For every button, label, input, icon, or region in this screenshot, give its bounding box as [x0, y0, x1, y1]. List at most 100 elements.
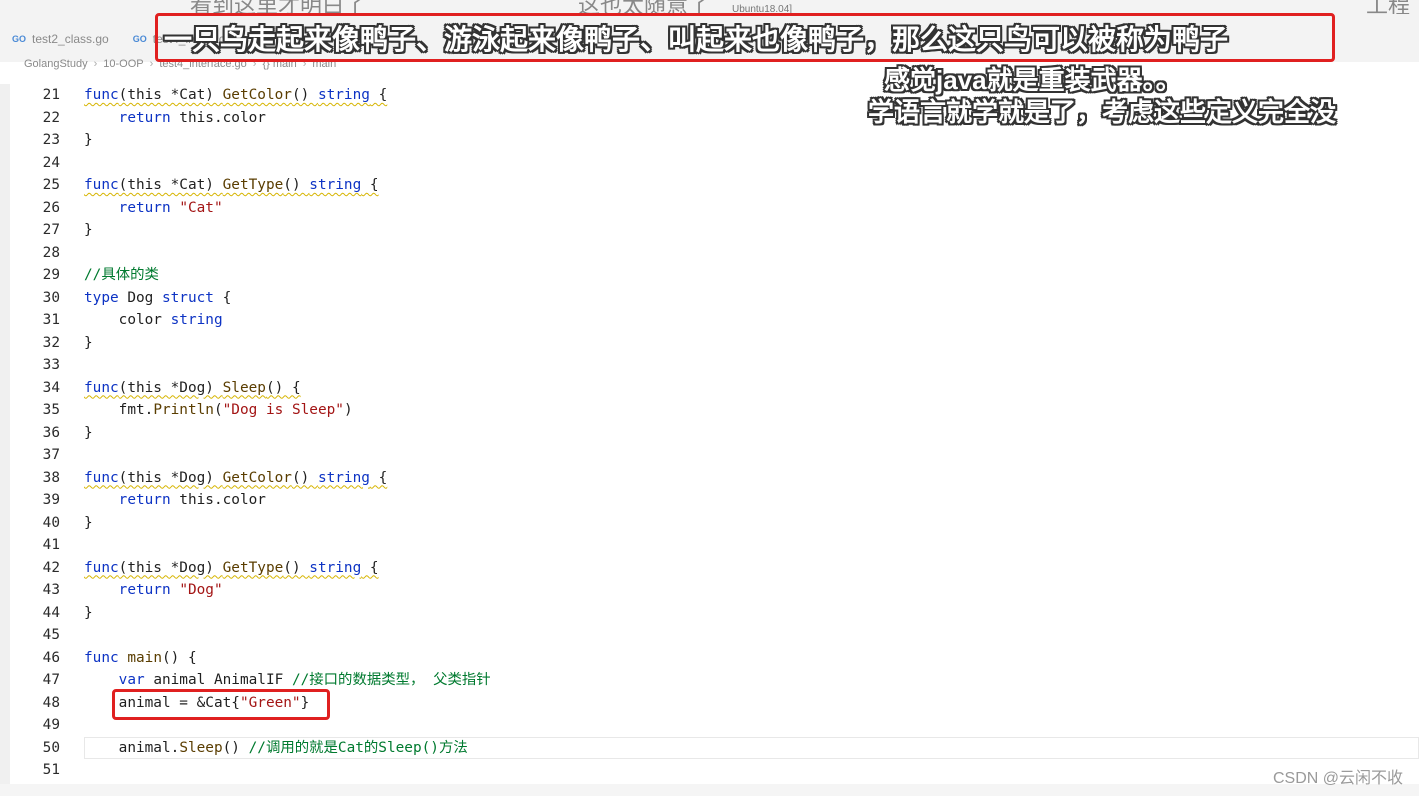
code-text: fmt.Println("Dog is Sleep") — [84, 399, 353, 422]
code-line[interactable]: 39 return this.color — [0, 489, 1419, 512]
code-text: //具体的类 — [84, 264, 159, 287]
code-token: func — [84, 649, 119, 666]
code-line[interactable]: 35 fmt.Println("Dog is Sleep") — [0, 399, 1419, 422]
status-bar — [0, 784, 1419, 796]
code-text: return this.color — [84, 489, 266, 512]
code-text: func main() { — [84, 647, 197, 670]
breadcrumb-item[interactable]: 10-OOP — [103, 58, 143, 70]
code-token: Dog — [118, 289, 162, 306]
code-token: () — [283, 559, 310, 576]
code-token: Println — [153, 402, 214, 418]
code-line[interactable]: 38 func(this *Dog) GetColor() string { — [0, 467, 1419, 490]
code-text: } — [84, 512, 93, 535]
code-line[interactable]: 36} — [0, 422, 1419, 445]
line-number: 47 — [42, 672, 60, 688]
code-token: func — [84, 87, 119, 103]
code-token: this.color — [170, 492, 266, 508]
code-line[interactable]: 26 return "Cat" — [0, 197, 1419, 220]
code-line[interactable]: 24 — [0, 152, 1419, 175]
code-line[interactable]: 46 func main() { — [0, 647, 1419, 670]
code-token: color — [84, 312, 171, 328]
code-line[interactable]: 30 type Dog struct { — [0, 287, 1419, 310]
line-number: 32 — [42, 334, 60, 351]
code-token: GetColor — [222, 87, 292, 103]
code-line[interactable]: 23} — [0, 129, 1419, 152]
line-number: 44 — [42, 604, 60, 621]
code-token: ( — [213, 402, 223, 418]
code-text: } — [84, 219, 93, 242]
code-text: type Dog struct { — [84, 287, 231, 310]
code-token: } — [84, 132, 93, 148]
code-token: GetType — [222, 559, 284, 576]
line-number: 39 — [42, 492, 60, 508]
code-line[interactable]: 41 — [0, 534, 1419, 557]
code-line[interactable]: 29 //具体的类 — [0, 264, 1419, 287]
line-number: 42 — [42, 559, 60, 576]
code-text: color string — [84, 309, 223, 332]
code-line[interactable]: 28 — [0, 242, 1419, 265]
code-text: } — [84, 129, 93, 152]
code-text: return "Cat" — [84, 197, 223, 220]
code-line[interactable]: 25 func(this *Cat) GetType() string { — [0, 174, 1419, 197]
code-token: "Dog is Sleep" — [222, 402, 344, 418]
code-token: (this *Dog) — [118, 559, 223, 576]
code-line[interactable]: 51 — [0, 759, 1419, 782]
code-editor[interactable]: 21 func(this *Cat) GetColor() string {22 … — [0, 84, 1419, 784]
line-number: 48 — [42, 694, 60, 711]
danmaku-comment: 学语言就学就是了，考虑这些定义完全没 — [868, 97, 1337, 127]
highlight-box-code — [112, 689, 330, 720]
code-token: string — [317, 469, 370, 486]
code-token: string — [317, 87, 370, 103]
code-token: string — [309, 559, 362, 576]
code-text: } — [84, 422, 93, 445]
code-token: () { — [265, 379, 301, 396]
code-token: func — [84, 469, 119, 486]
code-token: } — [84, 514, 93, 531]
code-token: GetColor — [222, 469, 292, 486]
code-token: (this *Dog) — [118, 379, 223, 396]
code-line[interactable]: 32} — [0, 332, 1419, 355]
code-text: } — [84, 602, 93, 625]
code-token: func — [84, 559, 119, 576]
line-number: 23 — [42, 132, 60, 148]
code-line[interactable]: 43 return "Dog" — [0, 579, 1419, 602]
code-token: //接口的数据类型， 父类指针 — [291, 672, 491, 688]
faded-text: 这也太随意了 — [578, 0, 711, 14]
code-token: { — [361, 559, 379, 576]
code-token: //具体的类 — [84, 267, 159, 283]
go-file-icon: GO — [132, 34, 147, 44]
code-text: return this.color — [84, 107, 266, 130]
danmaku-comment: 一只鸟走起来像鸭子、游泳起来像鸭子、叫起来也像鸭子，那么这只鸟可以被称为鸭子 — [164, 24, 1229, 55]
code-line[interactable]: 31 color string — [0, 309, 1419, 332]
code-line[interactable]: 33 — [0, 354, 1419, 377]
code-token: func — [84, 379, 119, 396]
code-token: return — [118, 199, 171, 216]
tab-test2-class[interactable]: GO test2_class.go — [0, 26, 121, 52]
breadcrumb-item[interactable]: GolangStudy — [24, 58, 88, 70]
code-text: } — [84, 332, 93, 355]
chevron-right-icon: › — [93, 58, 98, 70]
line-number: 41 — [42, 537, 60, 553]
code-line[interactable]: 34 func(this *Dog) Sleep() { — [0, 377, 1419, 400]
line-number: 24 — [42, 154, 60, 171]
code-token: () — [291, 469, 318, 486]
code-text: func(this *Cat) GetType() string { — [84, 174, 379, 197]
code-token: (this *Cat) — [118, 177, 223, 193]
code-line[interactable]: 37 — [0, 444, 1419, 467]
line-number: 38 — [42, 469, 60, 486]
watermark: CSDN @云闲不收 — [1272, 770, 1403, 787]
faded-danmaku-top: 看到这里才明白了 这也太随意了 工程 — [0, 0, 1419, 14]
code-line[interactable]: 40} — [0, 512, 1419, 535]
code-line[interactable]: 44} — [0, 602, 1419, 625]
tab-label: test2_class.go — [32, 32, 109, 46]
go-file-icon: GO — [12, 34, 27, 44]
line-number: 50 — [42, 739, 60, 756]
line-number: 35 — [42, 402, 60, 418]
code-line[interactable]: 42 func(this *Dog) GetType() string { — [0, 557, 1419, 580]
code-line[interactable]: 45 — [0, 624, 1419, 647]
code-line[interactable]: 27} — [0, 219, 1419, 242]
code-token: "Cat" — [179, 199, 223, 216]
